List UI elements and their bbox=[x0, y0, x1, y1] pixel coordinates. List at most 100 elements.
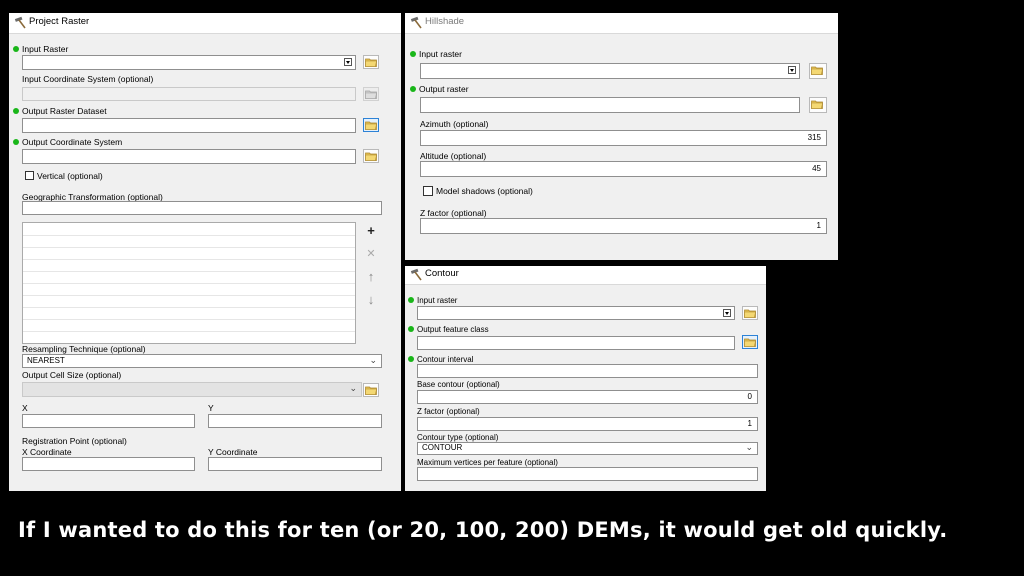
max-vertices-label: Maximum vertices per feature (optional) bbox=[417, 458, 558, 467]
output-coord-field[interactable] bbox=[22, 149, 356, 164]
dropdown-arrow-icon[interactable] bbox=[723, 309, 731, 317]
resampling-label: Resampling Technique (optional) bbox=[22, 344, 146, 354]
max-vertices-field[interactable] bbox=[417, 467, 758, 481]
resampling-select[interactable]: NEAREST ⌄ bbox=[22, 354, 382, 368]
dialog-title: Hillshade bbox=[425, 16, 465, 27]
y-coord-label: Y Coordinate bbox=[208, 447, 258, 457]
model-shadows-label: Model shadows (optional) bbox=[436, 186, 533, 196]
contour-interval-field[interactable] bbox=[417, 364, 758, 378]
title-bar: Contour bbox=[405, 266, 766, 285]
browse-folder-button[interactable] bbox=[809, 97, 827, 113]
altitude-value: 45 bbox=[812, 164, 821, 173]
output-raster-field[interactable] bbox=[420, 97, 800, 113]
arrow-up-icon[interactable]: ↑ bbox=[363, 269, 379, 285]
contour-interval-label: Contour interval bbox=[408, 355, 473, 364]
x-field[interactable] bbox=[22, 414, 195, 428]
required-dot-icon bbox=[13, 139, 19, 145]
dialog-title: Project Raster bbox=[29, 16, 90, 27]
output-feature-label: Output feature class bbox=[408, 325, 489, 334]
chevron-down-icon[interactable]: ⌄ bbox=[349, 383, 357, 394]
coordinate-system-icon bbox=[365, 151, 377, 161]
browse-folder-button[interactable] bbox=[363, 55, 379, 69]
z-factor-field[interactable]: 1 bbox=[420, 218, 827, 234]
input-coord-field bbox=[22, 87, 356, 101]
vertical-checkbox[interactable] bbox=[25, 171, 34, 180]
input-raster-label: Input raster bbox=[410, 49, 462, 59]
z-factor-value: 1 bbox=[816, 221, 821, 230]
y-label: Y bbox=[208, 403, 214, 413]
contour-type-select[interactable]: CONTOUR ⌄ bbox=[417, 442, 758, 455]
input-raster-dropdown[interactable] bbox=[417, 306, 735, 320]
x-label: X bbox=[22, 403, 28, 413]
output-raster-label: Output Raster Dataset bbox=[13, 106, 107, 116]
coordinate-system-button[interactable] bbox=[363, 149, 379, 163]
input-raster-label: Input Raster bbox=[13, 44, 68, 54]
contour-type-label: Contour type (optional) bbox=[417, 433, 499, 442]
base-contour-value: 0 bbox=[747, 392, 752, 401]
folder-icon bbox=[744, 337, 756, 347]
altitude-label: Altitude (optional) bbox=[420, 151, 487, 161]
input-raster-dropdown[interactable] bbox=[22, 55, 356, 70]
required-dot-icon bbox=[13, 108, 19, 114]
hammer-icon bbox=[410, 268, 423, 281]
output-feature-field[interactable] bbox=[417, 336, 735, 350]
z-factor-label: Z factor (optional) bbox=[420, 208, 487, 218]
folder-icon bbox=[365, 385, 377, 395]
browse-folder-button[interactable] bbox=[742, 335, 758, 349]
x-coord-label: X Coordinate bbox=[22, 447, 72, 457]
azimuth-value: 315 bbox=[807, 133, 821, 142]
folder-icon bbox=[811, 65, 823, 75]
required-dot-icon bbox=[410, 86, 416, 92]
y-field[interactable] bbox=[208, 414, 382, 428]
folder-icon bbox=[744, 308, 756, 318]
x-coord-field[interactable] bbox=[22, 457, 195, 471]
output-coord-label: Output Coordinate System bbox=[13, 137, 122, 147]
hammer-icon bbox=[14, 16, 27, 29]
project-raster-dialog: Project Raster Input Raster Input Coordi… bbox=[9, 13, 401, 491]
y-coord-field[interactable] bbox=[208, 457, 382, 471]
required-dot-icon bbox=[408, 297, 414, 303]
base-contour-field[interactable]: 0 bbox=[417, 390, 758, 404]
title-bar: Project Raster bbox=[9, 13, 401, 34]
dropdown-arrow-icon[interactable] bbox=[788, 66, 796, 74]
base-contour-label: Base contour (optional) bbox=[417, 380, 500, 389]
input-coord-label: Input Coordinate System (optional) bbox=[22, 74, 154, 84]
vertical-label: Vertical (optional) bbox=[37, 171, 103, 181]
geo-transform-list[interactable] bbox=[22, 222, 356, 344]
hillshade-dialog: Hillshade Input raster Output raster Azi… bbox=[405, 13, 838, 260]
output-raster-field[interactable] bbox=[22, 118, 356, 133]
required-dot-icon bbox=[408, 356, 414, 362]
required-dot-icon bbox=[410, 51, 416, 57]
azimuth-field[interactable]: 315 bbox=[420, 130, 827, 146]
arrow-down-icon[interactable]: ↓ bbox=[363, 292, 379, 308]
contour-type-value: CONTOUR bbox=[422, 443, 463, 452]
required-dot-icon bbox=[408, 326, 414, 332]
chevron-down-icon[interactable]: ⌄ bbox=[369, 355, 377, 366]
browse-folder-button[interactable] bbox=[742, 306, 758, 320]
slide-caption: If I wanted to do this for ten (or 20, 1… bbox=[18, 518, 948, 542]
dialog-title: Contour bbox=[425, 268, 459, 279]
input-raster-label: Input raster bbox=[408, 296, 457, 305]
browse-folder-button[interactable] bbox=[363, 118, 379, 132]
cell-size-select[interactable]: ⌄ bbox=[22, 382, 362, 397]
plus-icon[interactable]: + bbox=[363, 223, 379, 239]
geo-transform-field[interactable] bbox=[22, 201, 382, 215]
cell-size-label: Output Cell Size (optional) bbox=[22, 370, 122, 380]
resampling-value: NEAREST bbox=[27, 356, 65, 365]
input-raster-dropdown[interactable] bbox=[420, 63, 800, 79]
browse-folder-button[interactable] bbox=[809, 63, 827, 79]
browse-folder-button[interactable] bbox=[363, 383, 379, 397]
folder-icon bbox=[811, 99, 823, 109]
contour-dialog: Contour Input raster Output feature clas… bbox=[405, 266, 766, 491]
hammer-icon bbox=[410, 16, 423, 29]
required-dot-icon bbox=[13, 46, 19, 52]
x-icon[interactable]: ✕ bbox=[363, 246, 379, 262]
z-factor-value: 1 bbox=[747, 419, 752, 428]
z-factor-field[interactable]: 1 bbox=[417, 417, 758, 431]
output-raster-label: Output raster bbox=[410, 84, 469, 94]
model-shadows-checkbox[interactable] bbox=[423, 186, 433, 196]
altitude-field[interactable]: 45 bbox=[420, 161, 827, 177]
dropdown-arrow-icon[interactable] bbox=[344, 58, 352, 66]
chevron-down-icon[interactable]: ⌄ bbox=[745, 442, 753, 453]
coordinate-system-button bbox=[363, 87, 379, 101]
